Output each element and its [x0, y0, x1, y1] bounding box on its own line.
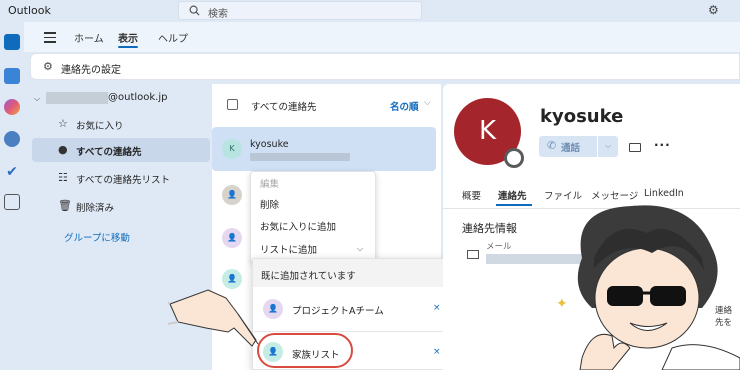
avatar: K [222, 139, 242, 159]
call-dropdown[interactable]: ⌵ [598, 136, 618, 157]
search-icon [189, 5, 200, 16]
more-options-icon[interactable]: ··· [654, 138, 671, 152]
account-email[interactable]: @outlook.jp [108, 92, 168, 103]
mail-icon[interactable] [629, 143, 641, 152]
chevron-down-icon[interactable]: ⌵ [424, 98, 431, 108]
menu-row: ホーム 表示 ヘルプ [24, 22, 740, 52]
app-rail: ✔ [0, 22, 24, 370]
nav-item-label: すべての連絡先 [76, 147, 142, 158]
search-placeholder: 検索 [208, 9, 228, 20]
nav-item-all-contacts[interactable]: ● すべての連絡先 [32, 138, 210, 162]
active-tab-indicator [118, 46, 138, 48]
tab-view[interactable]: 表示 [118, 30, 138, 45]
mascot-illustration: ✦ [556, 205, 740, 370]
call-button-label: 通話 [561, 143, 581, 154]
todo-app-icon[interactable]: ✔ [4, 164, 20, 180]
contact-settings-button[interactable]: 連絡先の設定 [61, 61, 121, 76]
mail-icon [467, 250, 479, 259]
people-app-icon[interactable] [4, 131, 20, 147]
app-title: Outlook [8, 4, 51, 17]
search-box[interactable]: 検索 [178, 1, 422, 20]
active-tab-indicator [496, 204, 532, 206]
tab-help[interactable]: ヘルプ [158, 30, 188, 45]
people-list-icon: ☷ [58, 171, 68, 184]
menu-item-delete[interactable]: 削除 [260, 197, 279, 211]
menu-item-add-favorite[interactable]: お気に入りに追加 [260, 219, 336, 233]
submenu-item-label: プロジェクトAチーム [292, 306, 384, 317]
nav-item-deleted[interactable]: 🗑 削除済み [32, 194, 210, 218]
contact-info-title: 連絡先情報 [462, 222, 517, 235]
select-all-checkbox[interactable] [227, 99, 238, 110]
gear-icon: ⚙ [43, 60, 53, 73]
nav-item-label: すべての連絡先リスト [76, 175, 170, 186]
calendar-app-icon[interactable] [4, 68, 20, 84]
account-redaction [46, 92, 108, 104]
remove-icon[interactable]: × [433, 303, 441, 313]
remove-icon[interactable]: × [433, 347, 441, 357]
star-icon: ☆ [58, 117, 68, 130]
settings-gear-icon[interactable]: ⚙ [708, 3, 719, 17]
tab-home[interactable]: ホーム [74, 30, 104, 45]
tab-contacts[interactable]: 連絡先 [498, 188, 527, 202]
nav-item-favorites[interactable]: ☆ お気に入り [32, 112, 210, 136]
chevron-down-icon[interactable]: ⌵ [34, 94, 40, 104]
nav-item-label: 削除済み [76, 203, 115, 214]
sort-button[interactable]: 名の順 [390, 99, 419, 113]
move-to-group-link[interactable]: グループに移動 [64, 230, 130, 244]
contact-avatar-icon[interactable]: 👤 [222, 185, 242, 205]
menu-item-add-to-list[interactable]: リストに追加 [260, 242, 317, 256]
pointing-hand-icon [168, 289, 259, 347]
trash-icon: 🗑 [58, 199, 72, 212]
svg-text:✦: ✦ [556, 296, 568, 312]
context-menu: 編集 削除 お気に入りに追加 リストに追加 ⌵ [250, 171, 376, 263]
call-button[interactable]: ✆ 通話 [539, 136, 597, 157]
hamburger-menu-icon[interactable] [44, 32, 56, 43]
presence-status-icon [504, 148, 524, 168]
list-header: すべての連絡先 名の順 ⌵ [212, 84, 441, 124]
contact-row-selected[interactable]: K kyosuke [212, 127, 436, 171]
apps-grid-icon[interactable] [4, 194, 20, 210]
submenu-header: 既に追加されています [253, 259, 461, 287]
contact-display-name: kyosuke [540, 106, 624, 127]
divider [253, 331, 461, 332]
mail-app-icon[interactable] [4, 34, 20, 50]
contact-detail-redaction [250, 153, 350, 161]
submenu-item-project-a[interactable]: 👤 プロジェクトAチーム × [253, 291, 461, 327]
chevron-down-icon: ⌵ [357, 244, 364, 253]
menu-item-edit[interactable]: 編集 [260, 176, 279, 190]
nav-item-label: お気に入り [76, 121, 124, 132]
ribbon: ⚙ 連絡先の設定 [30, 53, 740, 80]
contact-avatar-icon[interactable]: 👤 [222, 228, 242, 248]
contact-name: kyosuke [250, 139, 289, 150]
email-label: メール [486, 242, 512, 252]
submenu-header-label: 既に追加されています [261, 271, 356, 282]
nav-item-all-contact-lists[interactable]: ☷ すべての連絡先リスト [32, 166, 210, 190]
phone-icon: ✆ [547, 139, 557, 152]
list-title: すべての連絡先 [251, 102, 317, 113]
person-icon: ● [58, 143, 68, 156]
tab-overview[interactable]: 概要 [462, 188, 481, 202]
title-bar: Outlook 検索 ⚙ [0, 0, 740, 22]
copilot-app-icon[interactable] [4, 99, 20, 115]
